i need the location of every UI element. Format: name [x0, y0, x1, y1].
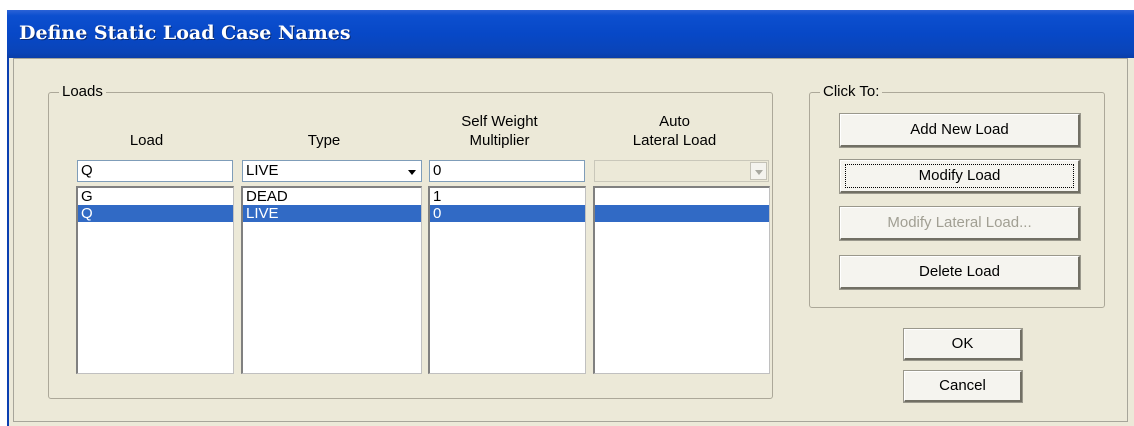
ok-button[interactable]: OK — [903, 328, 1023, 361]
chevron-down-icon[interactable] — [403, 162, 420, 180]
list-item[interactable]: G — [78, 188, 233, 205]
self-weight-input[interactable]: 0 — [429, 160, 585, 182]
auto-lateral-list[interactable] — [593, 186, 770, 374]
header-self-weight-multiplier: Self Weight Multiplier — [461, 113, 538, 149]
window-border — [7, 58, 9, 426]
click-to-group: Click To: Add New Load Modify Load Modif… — [809, 83, 1105, 308]
dialog-window: Define Static Load Case Names Loads Load… — [7, 10, 1134, 426]
type-list[interactable]: DEAD LIVE — [241, 186, 422, 374]
list-item-selected[interactable]: LIVE — [243, 205, 421, 222]
add-new-load-button[interactable]: Add New Load — [839, 113, 1081, 148]
list-item-selected[interactable]: 0 — [430, 205, 585, 222]
header-type: Type — [307, 132, 341, 149]
modify-load-button[interactable]: Modify Load — [839, 159, 1081, 194]
header-auto-lateral-load: Auto Lateral Load — [632, 113, 717, 149]
cancel-button[interactable]: Cancel — [903, 370, 1023, 403]
list-item[interactable] — [595, 188, 769, 205]
list-item[interactable]: 1 — [430, 188, 585, 205]
delete-load-button[interactable]: Delete Load — [839, 255, 1081, 290]
self-weight-list[interactable]: 1 0 — [428, 186, 586, 374]
click-to-group-legend: Click To: — [820, 83, 883, 100]
modify-lateral-load-button: Modify Lateral Load... — [839, 206, 1081, 241]
chevron-down-icon — [750, 162, 767, 180]
focus-rectangle — [845, 164, 1074, 188]
header-load: Load — [129, 132, 164, 149]
loads-group-legend: Loads — [59, 83, 106, 100]
load-name-input[interactable]: Q — [77, 160, 233, 182]
load-list[interactable]: G Q — [76, 186, 234, 374]
dialog-client-area: Loads Load Type Self Weight Multiplier A… — [13, 58, 1128, 422]
auto-lateral-dropdown — [594, 160, 769, 182]
loads-group: Loads Load Type Self Weight Multiplier A… — [48, 83, 773, 399]
list-item-selected[interactable] — [595, 205, 769, 222]
list-item-selected[interactable]: Q — [78, 205, 233, 222]
type-dropdown[interactable]: LIVE — [242, 160, 422, 182]
list-item[interactable]: DEAD — [243, 188, 421, 205]
window-title: Define Static Load Case Names — [19, 22, 351, 44]
title-bar[interactable]: Define Static Load Case Names — [7, 10, 1134, 58]
